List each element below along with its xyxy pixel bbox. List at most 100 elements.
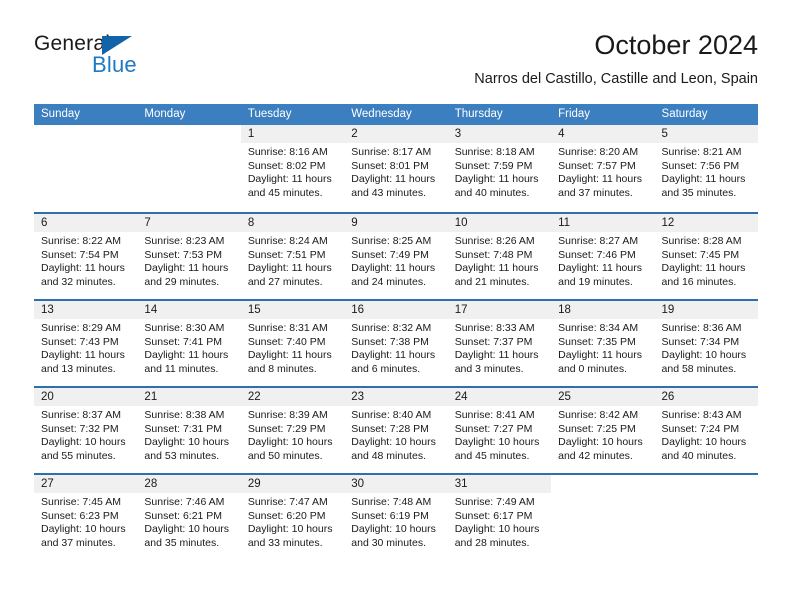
calendar-day-cell[interactable]: 4 Sunrise: 8:20 AM Sunset: 7:57 PM Daylight… [551,125,655,212]
day-details: Sunrise: 8:29 AM Sunset: 7:43 PM Daylight:… [34,319,137,376]
calendar-day-cell[interactable]: 13 Sunrise: 8:29 AM Sunset: 7:43 PM Dayligh… [34,301,138,386]
daylight-text: and 37 minutes. [558,186,633,199]
sunrise-text: Sunrise: 8:29 AM [41,322,121,334]
week-inner: 27 Sunrise: 7:45 AM Sunset: 6:23 PM Dayligh… [34,475,758,560]
calendar-day-cell[interactable]: 19 Sunrise: 8:36 AM Sunset: 7:34 PM Dayligh… [654,301,758,386]
calendar-day-cell[interactable]: 18 Sunrise: 8:34 AM Sunset: 7:35 PM Dayligh… [551,301,655,386]
sunrise-text: Sunrise: 8:25 AM [351,235,432,247]
day-details: Sunrise: 8:36 AM Sunset: 7:34 PM Daylight:… [655,319,758,376]
daylight-text: and 55 minutes. [41,449,116,462]
sunset-text: Sunset: 7:41 PM [144,335,223,348]
calendar-grid: Sunday Monday Tuesday Wednesday Thursday Frid… [34,104,758,560]
day-number: 11 [551,214,655,232]
day-number: 5 [654,125,758,143]
sunrise-text: Sunrise: 8:32 AM [351,322,432,334]
calendar-day-cell[interactable]: 12 Sunrise: 8:28 AM Sunset: 7:45 PM Dayligh… [654,214,758,299]
sunset-text: Sunset: 7:32 PM [41,422,119,435]
calendar-day-cell[interactable]: 6 Sunrise: 8:22 AM Sunset: 7:54 PM Daylight… [34,214,138,299]
calendar-day-cell[interactable]: 11 Sunrise: 8:27 AM Sunset: 7:46 PM Dayligh… [551,214,655,299]
sunset-text: Sunset: 6:19 PM [351,509,429,522]
calendar-day-cell[interactable]: 5 Sunrise: 8:21 AM Sunset: 7:56 PM Daylight… [654,125,758,212]
sunset-text: Sunset: 6:20 PM [247,509,326,522]
calendar-day-cell[interactable]: 9 Sunrise: 8:25 AM Sunset: 7:49 PM Daylight… [344,214,448,299]
sunset-text: Sunset: 7:25 PM [558,422,636,435]
weekday-header-friday: Friday [558,108,591,120]
daylight-text: Daylight: 11 hours [558,173,642,186]
weekday-header-tuesday: Tuesday [247,108,292,120]
day-number [34,125,137,143]
calendar-day-cell[interactable]: 28 Sunrise: 7:46 AM Sunset: 6:21 PM Dayligh… [137,475,241,560]
day-number: 13 [34,301,138,319]
sunrise-text: Sunrise: 8:24 AM [247,235,328,247]
daylight-text: and 53 minutes. [144,449,220,462]
sunrise-text: Sunrise: 8:37 AM [41,409,121,421]
day-number: 15 [240,301,345,319]
day-number: 27 [34,475,138,493]
calendar-day-cell[interactable]: 31 Sunrise: 7:49 AM Sunset: 6:17 PM Dayligh… [447,475,552,560]
calendar-day-cell-empty [655,475,758,560]
daylight-text: Daylight: 11 hours [247,173,332,186]
calendar-day-cell[interactable]: 17 Sunrise: 8:33 AM Sunset: 7:37 PM Dayligh… [447,301,552,386]
calendar-day-cell[interactable]: 20 Sunrise: 8:37 AM Sunset: 7:32 PM Dayligh… [34,388,138,473]
day-details: Sunrise: 8:43 AM Sunset: 7:24 PM Daylight:… [655,406,758,463]
calendar-day-cell[interactable]: 14 Sunrise: 8:30 AM Sunset: 7:41 PM Dayligh… [137,301,241,386]
sunset-text: Sunset: 7:37 PM [454,335,533,348]
week-inner: 13 Sunrise: 8:29 AM Sunset: 7:43 PM Dayligh… [34,301,758,386]
day-details: Sunrise: 8:24 AM Sunset: 7:51 PM Daylight:… [241,232,344,289]
sunset-text: Sunset: 8:02 PM [247,159,326,172]
page-title: October 2024 [594,30,758,60]
weekday-header-sunday: Sunday [41,108,81,120]
sunset-text: Sunset: 7:51 PM [247,248,326,261]
sunrise-text: Sunrise: 7:47 AM [247,496,328,508]
sunrise-text: Sunrise: 8:40 AM [351,409,432,421]
sunrise-text: Sunrise: 8:22 AM [41,235,121,247]
calendar-day-cell[interactable]: 7 Sunrise: 8:23 AM Sunset: 7:53 PM Daylight… [137,214,241,299]
calendar-day-cell[interactable]: 2 Sunrise: 8:17 AM Sunset: 8:01 PM Daylight… [344,125,448,212]
calendar-day-cell[interactable]: 10 Sunrise: 8:26 AM Sunset: 7:48 PM Dayligh… [447,214,552,299]
daylight-text: and 24 minutes. [351,275,426,288]
sunrise-text: Sunrise: 8:33 AM [454,322,535,334]
daylight-text: Daylight: 11 hours [247,262,332,275]
calendar-day-cell[interactable]: 3 Sunrise: 8:18 AM Sunset: 7:59 PM Daylight… [447,125,552,212]
daylight-text: Daylight: 11 hours [41,262,125,275]
calendar-day-cell[interactable]: 15 Sunrise: 8:31 AM Sunset: 7:40 PM Dayligh… [240,301,345,386]
calendar-day-cell[interactable]: 21 Sunrise: 8:38 AM Sunset: 7:31 PM Dayligh… [137,388,241,473]
day-number: 21 [137,388,241,406]
day-number: 28 [137,475,241,493]
sunrise-text: Sunrise: 8:20 AM [558,146,639,158]
calendar-day-cell[interactable]: 29 Sunrise: 7:47 AM Sunset: 6:20 PM Dayligh… [240,475,345,560]
sunset-text: Sunset: 8:01 PM [351,159,429,172]
calendar-day-cell[interactable]: 8 Sunrise: 8:24 AM Sunset: 7:51 PM Daylight… [240,214,345,299]
day-details: Sunrise: 8:33 AM Sunset: 7:37 PM Daylight:… [448,319,551,376]
calendar-day-cell-empty [551,475,654,560]
sunrise-text: Sunrise: 8:41 AM [454,409,535,421]
daylight-text: Daylight: 11 hours [144,349,229,362]
calendar-day-cell[interactable]: 22 Sunrise: 8:39 AM Sunset: 7:29 PM Dayligh… [240,388,345,473]
weekday-header-saturday: Saturday [661,108,708,120]
calendar-day-cell-empty [137,125,240,212]
sunrise-text: Sunrise: 8:21 AM [661,146,742,158]
calendar-day-cell[interactable]: 24 Sunrise: 8:41 AM Sunset: 7:27 PM Dayligh… [447,388,552,473]
day-details: Sunrise: 7:45 AM Sunset: 6:23 PM Daylight:… [34,493,137,550]
daylight-text: Daylight: 10 hours [144,436,230,449]
calendar-day-cell[interactable]: 30 Sunrise: 7:48 AM Sunset: 6:19 PM Dayligh… [344,475,448,560]
day-number: 23 [344,388,448,406]
calendar-day-cell[interactable]: 23 Sunrise: 8:40 AM Sunset: 7:28 PM Dayligh… [344,388,448,473]
sunrise-text: Sunrise: 7:45 AM [41,496,121,508]
daylight-text: and 40 minutes. [661,449,737,462]
calendar-week-row: 6 Sunrise: 8:22 AM Sunset: 7:54 PM Daylight… [34,212,758,299]
day-number: 8 [240,214,345,232]
calendar-day-cell[interactable]: 27 Sunrise: 7:45 AM Sunset: 6:23 PM Dayligh… [34,475,138,560]
calendar-day-cell[interactable]: 16 Sunrise: 8:32 AM Sunset: 7:38 PM Dayligh… [344,301,448,386]
daylight-text: Daylight: 11 hours [454,349,539,362]
calendar-day-cell[interactable]: 26 Sunrise: 8:43 AM Sunset: 7:24 PM Dayligh… [654,388,758,473]
calendar-day-cell[interactable]: 1 Sunrise: 8:16 AM Sunset: 8:02 PM Daylight… [240,125,345,212]
week-inner: 6 Sunrise: 8:22 AM Sunset: 7:54 PM Daylight… [34,214,758,299]
sunset-text: Sunset: 7:53 PM [144,248,223,261]
general-blue-logo[interactable]: General Blue [34,32,204,88]
sunset-text: Sunset: 7:56 PM [661,159,740,172]
calendar-day-cell[interactable]: 25 Sunrise: 8:42 AM Sunset: 7:25 PM Dayligh… [551,388,655,473]
sunrise-text: Sunrise: 7:49 AM [454,496,535,508]
day-details: Sunrise: 8:26 AM Sunset: 7:48 PM Daylight:… [448,232,551,289]
day-number: 7 [137,214,241,232]
